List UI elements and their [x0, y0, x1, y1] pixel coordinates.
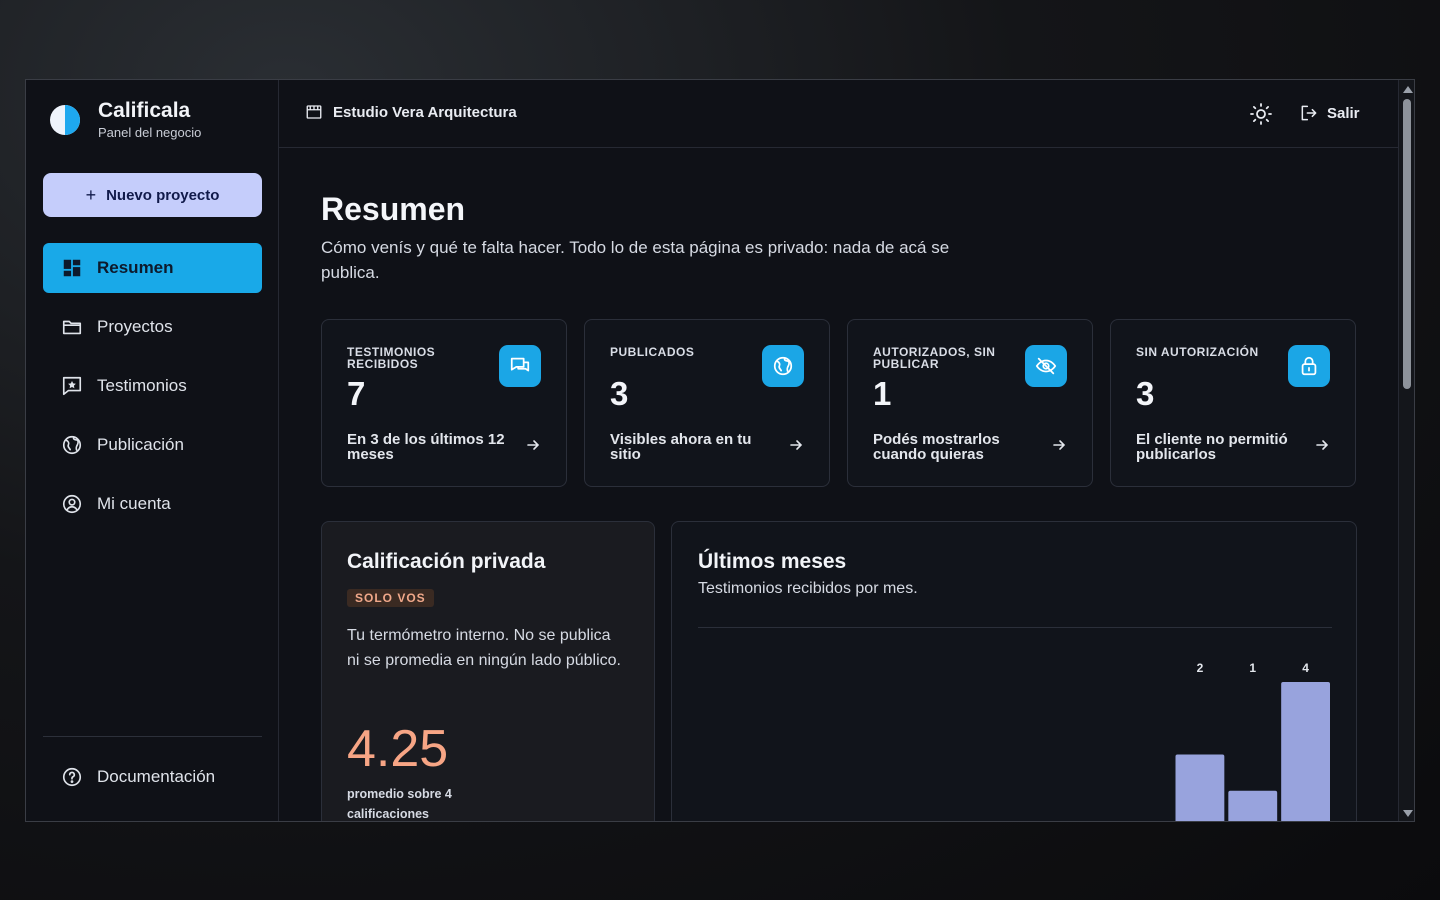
sidebar-item-proyectos[interactable]: Proyectos: [43, 302, 262, 352]
arrow-right-icon[interactable]: [1314, 437, 1330, 453]
business-name: Estudio Vera Arquitectura: [305, 103, 517, 121]
store-icon: [306, 105, 322, 119]
stat-value: 3: [610, 375, 629, 412]
brand-name: Calificala: [98, 99, 191, 122]
globe-icon: [62, 435, 82, 455]
rating-value: 4.25: [347, 720, 449, 778]
plus-icon: +: [85, 184, 97, 205]
stat-value: 1: [873, 375, 892, 412]
chat-icon: [510, 357, 530, 372]
stat-card-autorizados[interactable]: Autorizados, sin publicar 1 Podés mostra…: [847, 319, 1093, 487]
arrow-right-icon[interactable]: [1051, 437, 1067, 453]
arrow-right-icon[interactable]: [525, 437, 541, 453]
folder-icon: [62, 320, 82, 335]
sun-icon: [1250, 103, 1272, 125]
brand[interactable]: Calificala Panel del negocio: [50, 100, 201, 140]
eye-off-icon: [1035, 357, 1057, 375]
new-project-label: Nuevo proyecto: [106, 186, 220, 204]
months-subtitle: Testimonios recibidos por mes.: [698, 580, 918, 597]
rating-description: Tu termómetro interno. No se publica ni …: [347, 627, 621, 669]
rating-note: promedio sobre 4 calificaciones: [347, 787, 452, 821]
user-circle-icon: [62, 494, 82, 514]
sidebar-nav: Resumen Proyectos Testimonios Publicació…: [43, 243, 262, 538]
stat-value: 3: [1136, 375, 1155, 412]
app-window: Calificala Panel del negocio + Nuevo pro…: [25, 79, 1415, 822]
sidebar-item-label: Proyectos: [97, 317, 173, 336]
stat-card-testimonios[interactable]: Testimonios recibidos 7 En 3 de los últi…: [321, 319, 567, 487]
logout-button[interactable]: Salir: [1299, 103, 1360, 123]
stat-label: Sin autorización: [1136, 345, 1259, 359]
sidebar-item-label: Resumen: [97, 258, 174, 277]
stat-label: Testimonios recibidos: [347, 345, 436, 371]
chart-bar-jun: [1175, 754, 1225, 821]
page-description: Cómo venís y qué te falta hacer. Todo lo…: [321, 238, 950, 282]
documentation-link[interactable]: Documentación: [61, 766, 215, 788]
chart-bar-ago: [1281, 682, 1330, 821]
rating-title: Calificación privada: [347, 550, 546, 573]
scrollbar-thumb[interactable]: [1403, 99, 1411, 389]
business-name-label: Estudio Vera Arquitectura: [333, 103, 517, 121]
new-project-button[interactable]: + Nuevo proyecto: [43, 173, 262, 217]
months-title: Últimos meses: [698, 550, 847, 573]
stat-note: Visibles ahora en tu sitio: [610, 431, 752, 463]
sidebar-item-label: Mi cuenta: [97, 494, 171, 513]
sidebar-divider: [43, 736, 262, 737]
scroll-down-arrow[interactable]: [1403, 810, 1413, 817]
main-content: Resumen Cómo venís y qué te falta hacer.…: [279, 149, 1398, 821]
star-box-icon: [62, 376, 82, 396]
chart-bar-jul: [1228, 790, 1278, 821]
arrow-right-icon[interactable]: [788, 437, 804, 453]
logout-label: Salir: [1327, 104, 1360, 122]
brand-logo-icon: [50, 105, 80, 135]
monthly-chart-card: Últimos meses Testimonios recibidos por …: [671, 521, 1357, 821]
monthly-bar-chart: sep oct nov dic ene feb mar abr may2jun1jul4ago: [1175, 661, 1330, 821]
chart-data-label: 1: [1249, 661, 1256, 675]
sidebar-item-mi-cuenta[interactable]: Mi cuenta: [43, 479, 262, 529]
stat-note: El cliente no permitió publicarlos: [1136, 431, 1288, 463]
vertical-scrollbar[interactable]: [1398, 80, 1414, 821]
sidebar-item-resumen[interactable]: Resumen: [43, 243, 262, 293]
sidebar: Calificala Panel del negocio + Nuevo pro…: [26, 80, 279, 821]
chart-data-label: 2: [1197, 661, 1204, 675]
stat-note: En 3 de los últimos 12 meses: [347, 431, 505, 463]
stat-value: 7: [347, 375, 366, 412]
chart-divider: [698, 627, 1332, 628]
chart-data-label: 4: [1302, 661, 1309, 675]
sidebar-item-label: Testimonios: [97, 376, 187, 395]
stat-card-sin-autorizacion[interactable]: Sin autorización 3 El cliente no permiti…: [1110, 319, 1356, 487]
dashboard-icon: [63, 259, 81, 277]
private-rating-card: Calificación privada SOLO VOS Tu termóme…: [321, 521, 655, 821]
page-title: Resumen: [321, 191, 466, 227]
sidebar-item-publicacion[interactable]: Publicación: [43, 420, 262, 470]
stat-label: Publicados: [610, 345, 695, 359]
sidebar-item-testimonios[interactable]: Testimonios: [43, 361, 262, 411]
stat-note: Podés mostrarlos cuando quieras: [873, 431, 1000, 463]
help-circle-icon: [62, 767, 82, 787]
lock-icon: [1301, 356, 1317, 376]
theme-toggle-button[interactable]: [1249, 102, 1273, 126]
private-badge: SOLO VOS: [347, 589, 434, 607]
documentation-label: Documentación: [97, 767, 216, 786]
logout-icon: [1301, 105, 1317, 121]
topbar: Estudio Vera Arquitectura Salir: [279, 80, 1398, 148]
stat-card-publicados[interactable]: Publicados 3 Visibles ahora en tu sitio: [584, 319, 830, 487]
scroll-up-arrow[interactable]: [1403, 86, 1413, 93]
globe-icon: [773, 356, 793, 376]
stat-icon-badge: [1288, 345, 1330, 387]
brand-subtitle: Panel del negocio: [98, 125, 202, 140]
stat-icon-badge: [1025, 345, 1067, 387]
stat-label: Autorizados, sin publicar: [873, 345, 996, 371]
sidebar-item-label: Publicación: [97, 435, 184, 454]
stat-icon-badge: [499, 345, 541, 387]
stat-icon-badge: [762, 345, 804, 387]
